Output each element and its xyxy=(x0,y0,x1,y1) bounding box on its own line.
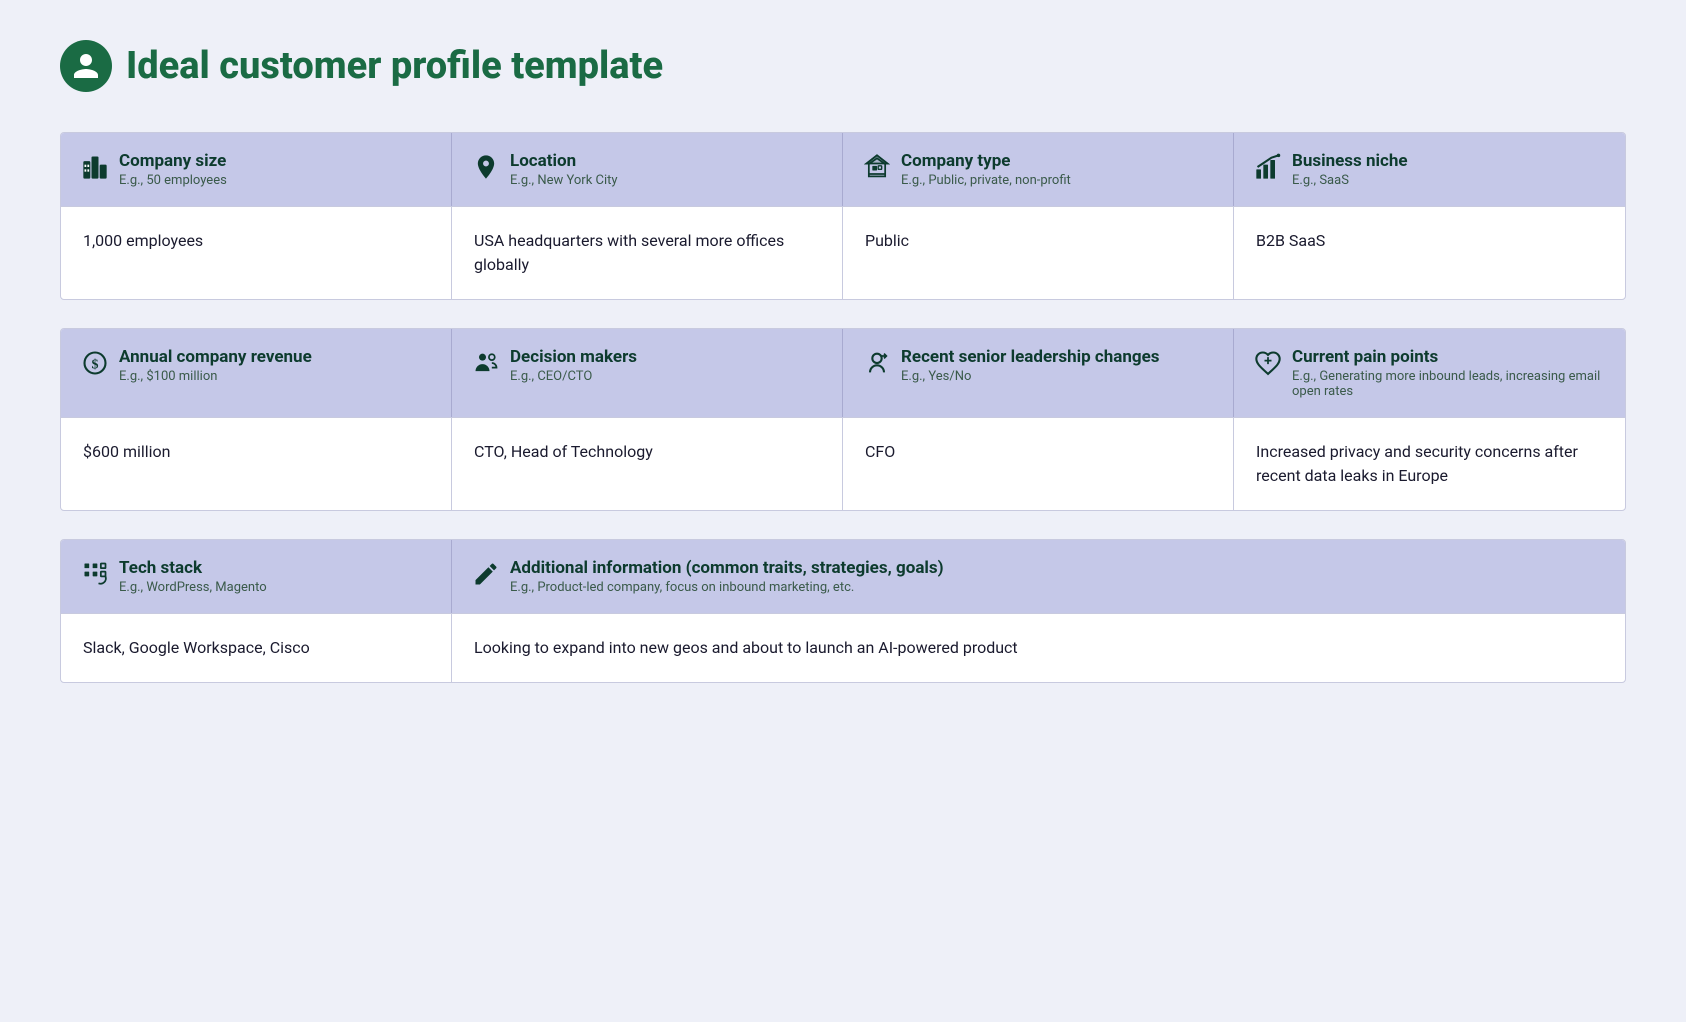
section-1: Company size E.g., 50 employees Location… xyxy=(60,132,1626,300)
table-1: Company size E.g., 50 employees Location… xyxy=(60,132,1626,300)
table-2: $ Annual company revenue E.g., $100 mill… xyxy=(60,328,1626,511)
table-3: Tech stack E.g., WordPress, Magento Addi… xyxy=(60,539,1626,683)
page-title: Ideal customer profile template xyxy=(126,44,663,88)
data-decision-makers: CTO, Head of Technology xyxy=(452,418,843,510)
header-pain-points-subtitle: E.g., Generating more inbound leads, inc… xyxy=(1292,369,1605,399)
data-business-niche: B2B SaaS xyxy=(1234,207,1625,299)
header-business-niche: Business niche E.g., SaaS xyxy=(1234,133,1625,206)
header-tech-stack: Tech stack E.g., WordPress, Magento xyxy=(61,540,452,613)
header-pain-points-title: Current pain points xyxy=(1292,347,1605,367)
data-pain-points: Increased privacy and security concerns … xyxy=(1234,418,1625,510)
section-3: Tech stack E.g., WordPress, Magento Addi… xyxy=(60,539,1626,683)
header-leadership-title: Recent senior leadership changes xyxy=(901,347,1160,367)
header-company-type: Company type E.g., Public, private, non-… xyxy=(843,133,1234,206)
svg-text:$: $ xyxy=(92,357,99,372)
header-pain-points: Current pain points E.g., Generating mor… xyxy=(1234,329,1625,417)
header-location-subtitle: E.g., New York City xyxy=(510,173,618,188)
section-2: $ Annual company revenue E.g., $100 mill… xyxy=(60,328,1626,511)
header-additional-info: Additional information (common traits, s… xyxy=(452,540,1625,613)
header-additional-info-title: Additional information (common traits, s… xyxy=(510,558,944,578)
header-tech-stack-title: Tech stack xyxy=(119,558,267,578)
header-additional-info-subtitle: E.g., Product-led company, focus on inbo… xyxy=(510,580,944,595)
data-location: USA headquarters with several more offic… xyxy=(452,207,843,299)
header-decision-makers-title: Decision makers xyxy=(510,347,637,367)
header-revenue: $ Annual company revenue E.g., $100 mill… xyxy=(61,329,452,417)
header-row-1: Company size E.g., 50 employees Location… xyxy=(61,133,1625,206)
data-row-2: $600 million CTO, Head of Technology CFO… xyxy=(61,417,1625,510)
page-icon xyxy=(60,40,112,92)
header-tech-stack-subtitle: E.g., WordPress, Magento xyxy=(119,580,267,595)
data-row-1: 1,000 employees USA headquarters with se… xyxy=(61,206,1625,299)
header-location: Location E.g., New York City xyxy=(452,133,843,206)
header-company-type-title: Company type xyxy=(901,151,1071,171)
header-revenue-title: Annual company revenue xyxy=(119,347,312,367)
data-revenue: $600 million xyxy=(61,418,452,510)
header-revenue-subtitle: E.g., $100 million xyxy=(119,369,312,384)
header-decision-makers: Decision makers E.g., CEO/CTO xyxy=(452,329,843,417)
data-company-size: 1,000 employees xyxy=(61,207,452,299)
header-business-niche-subtitle: E.g., SaaS xyxy=(1292,173,1408,188)
header-company-size: Company size E.g., 50 employees xyxy=(61,133,452,206)
header-location-title: Location xyxy=(510,151,618,171)
data-row-3: Slack, Google Workspace, Cisco Looking t… xyxy=(61,613,1625,682)
header-business-niche-title: Business niche xyxy=(1292,151,1408,171)
data-additional-info: Looking to expand into new geos and abou… xyxy=(452,614,1625,682)
header-company-size-subtitle: E.g., 50 employees xyxy=(119,173,227,188)
page-header: Ideal customer profile template xyxy=(60,40,1626,92)
header-row-2: $ Annual company revenue E.g., $100 mill… xyxy=(61,329,1625,417)
data-leadership: CFO xyxy=(843,418,1234,510)
data-tech-stack: Slack, Google Workspace, Cisco xyxy=(61,614,452,682)
header-company-type-subtitle: E.g., Public, private, non-profit xyxy=(901,173,1071,188)
header-leadership: Recent senior leadership changes E.g., Y… xyxy=(843,329,1234,417)
header-row-3: Tech stack E.g., WordPress, Magento Addi… xyxy=(61,540,1625,613)
header-company-size-title: Company size xyxy=(119,151,227,171)
header-decision-makers-subtitle: E.g., CEO/CTO xyxy=(510,369,637,384)
data-company-type: Public xyxy=(843,207,1234,299)
header-leadership-subtitle: E.g., Yes/No xyxy=(901,369,1160,384)
